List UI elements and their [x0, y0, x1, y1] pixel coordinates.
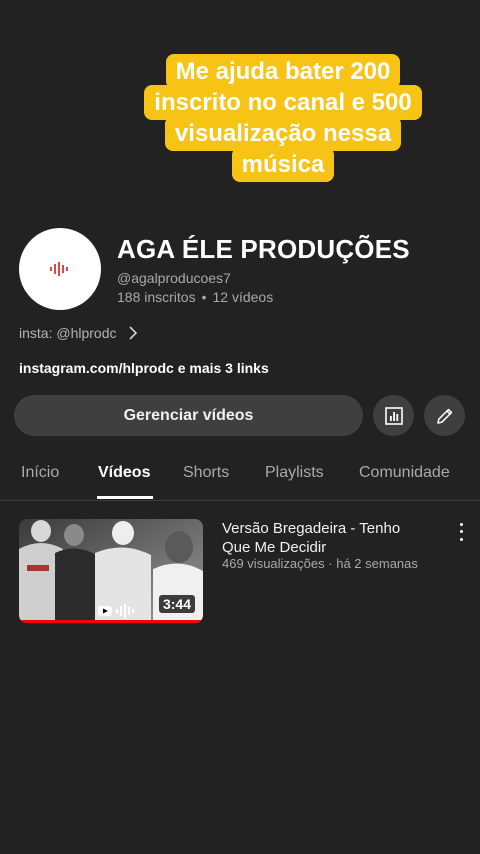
- tab-inicio[interactable]: Início: [21, 464, 59, 482]
- view-count: 469 visualizações: [222, 556, 325, 571]
- youtube-music-watermark-icon: [98, 604, 134, 618]
- overlay-caption: Me ajuda bater 200 inscrito no canal e 5…: [123, 54, 443, 182]
- subscriber-count: 188 inscritos: [117, 289, 196, 305]
- channel-stats: 188 inscritos • 12 vídeos: [117, 289, 273, 305]
- upload-age: há 2 semanas: [336, 556, 418, 571]
- video-count: 12 vídeos: [212, 289, 274, 305]
- video-duration: 3:44: [158, 595, 195, 613]
- video-thumbnail[interactable]: 3:44: [19, 519, 203, 623]
- channel-description[interactable]: insta: @hlprodc: [19, 325, 138, 341]
- edit-channel-button[interactable]: [424, 395, 465, 436]
- caption-line: música: [231, 147, 335, 182]
- active-tab-indicator: [97, 496, 153, 499]
- manage-videos-button[interactable]: Gerenciar vídeos: [14, 395, 363, 436]
- channel-links[interactable]: instagram.com/hlprodc e mais 3 links: [19, 360, 269, 376]
- more-options-icon[interactable]: [452, 521, 470, 543]
- tab-comunidade[interactable]: Comunidade: [359, 464, 450, 482]
- video-meta: 469 visualizações · há 2 semanas: [222, 556, 418, 571]
- analytics-button[interactable]: [373, 395, 414, 436]
- bio-text: insta: @hlprodc: [19, 325, 117, 341]
- meta-separator: ·: [328, 556, 333, 571]
- pencil-icon: [436, 408, 452, 424]
- watch-progress-bar: [19, 620, 203, 623]
- channel-handle: @agalproducoes7: [117, 270, 231, 286]
- video-title[interactable]: Versão Bregadeira - Tenho Que Me Decidir: [222, 519, 432, 557]
- caption-line: Me ajuda bater 200: [165, 54, 401, 89]
- stats-separator: •: [201, 289, 207, 305]
- chevron-right-icon: [129, 326, 138, 340]
- soundwave-logo-icon: [50, 262, 68, 276]
- channel-tabs: Início Vídeos Shorts Playlists Comunidad…: [0, 452, 480, 501]
- tab-videos[interactable]: Vídeos: [98, 464, 150, 482]
- tab-shorts[interactable]: Shorts: [183, 464, 229, 482]
- caption-line: inscrito no canal e 500: [144, 85, 422, 120]
- bar-chart-icon: [384, 406, 403, 425]
- channel-avatar[interactable]: [19, 228, 101, 310]
- caption-line: visualização nessa: [164, 116, 402, 151]
- channel-name: AGA ÉLE PRODUÇÕES: [117, 234, 410, 264]
- tab-playlists[interactable]: Playlists: [265, 464, 324, 482]
